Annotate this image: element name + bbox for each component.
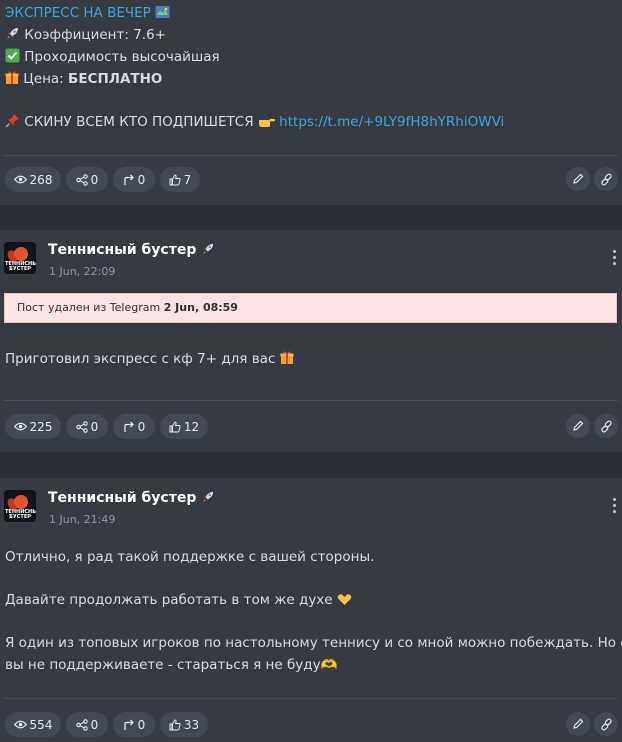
telegram-link[interactable]: https://t.me/+9LY9fH8hYRhiOWVi (279, 114, 504, 130)
price-value: БЕСПЛАТНО (68, 71, 163, 87)
forwards-button[interactable]: 0 (113, 414, 155, 439)
shares-button[interactable]: 0 (66, 414, 108, 439)
deleted-text: Пост удален из Telegram (17, 301, 164, 314)
likes-button[interactable]: 7 (160, 167, 200, 192)
edit-button[interactable] (566, 414, 590, 438)
post-text-line: вы не поддерживаете - стараться я не буд… (5, 657, 338, 673)
divider (4, 400, 618, 401)
copy-link-button[interactable] (594, 712, 618, 736)
gift-icon (5, 70, 19, 90)
post-date: 1 Jun, 21:49 (49, 513, 116, 526)
deleted-notice: Пост удален из Telegram 2 Jun, 08:59 (4, 293, 617, 323)
pin-icon (5, 113, 20, 133)
thumbs-up-icon (169, 420, 181, 432)
edit-icon (573, 173, 584, 184)
eye-icon (13, 175, 27, 184)
edit-button[interactable] (566, 167, 590, 191)
thumbs-up-icon (169, 718, 181, 730)
likes-button[interactable]: 12 (160, 414, 208, 439)
check-icon (5, 48, 20, 68)
deleted-date: 2 Jun, 08:59 (163, 301, 238, 314)
divider (4, 155, 618, 156)
channel-name[interactable]: Теннисный бустер (48, 490, 215, 508)
copy-link-button[interactable] (594, 167, 618, 191)
share-icon (75, 173, 88, 186)
likes-button[interactable]: 33 (160, 712, 208, 737)
shares-button[interactable]: 0 (66, 167, 108, 192)
pointing-hand-icon (258, 114, 275, 133)
post-date: 1 Jun, 22:09 (49, 265, 116, 278)
forward-icon (124, 174, 134, 185)
forwards-button[interactable]: 0 (113, 712, 155, 737)
avatar-label: ТЕННИСНЫЙ БУСТЕР (5, 509, 36, 520)
divider (4, 698, 618, 699)
shares-count: 0 (90, 172, 99, 187)
forwards-count: 0 (137, 419, 146, 434)
post-text: Приготовил экспресс с кф 7+ для вас (5, 351, 276, 367)
likes-count: 33 (183, 717, 200, 732)
views-count: 554 (29, 717, 53, 732)
rocket-icon (201, 242, 215, 260)
post-card-3: ТЕННИСНЫЙ БУСТЕР Теннисный бустер 1 Jun,… (0, 478, 622, 742)
views-count: 225 (29, 419, 53, 434)
eye-icon (13, 422, 27, 431)
post-text-line: Давайте продолжать работать в том же дух… (5, 591, 352, 611)
coefficient-text: Коэффициент: 7.6+ (24, 27, 166, 43)
copy-link-button[interactable] (594, 414, 618, 438)
post-card-2: ТЕННИСНЫЙ БУСТЕР Теннисный бустер 1 Jun,… (0, 230, 622, 452)
subscribe-text: СКИНУ ВСЕМ КТО ПОДПИШЕТСЯ (24, 114, 254, 130)
kebab-menu-icon[interactable] (612, 498, 618, 516)
post-text-line: Я один из топовых игроков по настольному… (5, 635, 622, 651)
avatar[interactable]: ТЕННИСНЫЙ БУСТЕР (4, 490, 36, 522)
link-icon (600, 718, 612, 730)
thumbs-up-icon (169, 173, 181, 185)
views-count: 268 (29, 172, 53, 187)
post-title-line: ЭКСПРЕСС НА ВЕЧЕР (5, 4, 170, 24)
gift-icon (280, 350, 294, 370)
subscribe-line: СКИНУ ВСЕМ КТО ПОДПИШЕТСЯ https://t.me/+… (5, 113, 504, 133)
forwards-button[interactable]: 0 (113, 167, 155, 192)
post-text-line: Приготовил экспресс с кф 7+ для вас (5, 350, 294, 370)
edit-icon (573, 718, 584, 729)
forwards-count: 0 (137, 172, 146, 187)
rocket-icon (201, 490, 215, 508)
link-icon (600, 420, 612, 432)
forwards-count: 0 (137, 717, 146, 732)
passability-text: Проходимость высочайшая (24, 49, 220, 65)
views-pill: 268 (5, 167, 61, 192)
views-pill: 554 (5, 712, 61, 737)
post-title: ЭКСПРЕСС НА ВЕЧЕР (5, 5, 151, 21)
likes-count: 7 (183, 172, 192, 187)
share-icon (75, 420, 88, 433)
price-line: Цена: БЕСПЛАТНО (5, 70, 162, 90)
edit-icon (573, 420, 584, 431)
share-icon (75, 718, 88, 731)
shares-button[interactable]: 0 (66, 712, 108, 737)
forward-icon (124, 719, 134, 730)
coefficient-line: Коэффициент: 7.6+ (5, 26, 166, 46)
shares-count: 0 (90, 419, 99, 434)
heart-hands-icon (337, 593, 352, 611)
avatar[interactable]: ТЕННИСНЫЙ БУСТЕР (4, 242, 36, 274)
avatar-label: ТЕННИСНЫЙ БУСТЕР (5, 261, 36, 272)
link-icon (600, 173, 612, 185)
post-text-line: Отлично, я рад такой поддержке с вашей с… (5, 549, 375, 565)
post-card-1: ЭКСПРЕСС НА ВЕЧЕР Коэффициент: 7.6+ Прох… (0, 0, 622, 205)
likes-count: 12 (183, 419, 200, 434)
shares-count: 0 (90, 717, 99, 732)
eye-icon (13, 720, 27, 729)
rocket-icon (5, 26, 20, 46)
map-icon (155, 5, 170, 24)
price-label: Цена: (23, 71, 69, 87)
edit-button[interactable] (566, 712, 590, 736)
kebab-menu-icon[interactable] (612, 250, 618, 268)
passability-line: Проходимость высочайшая (5, 48, 220, 68)
channel-name[interactable]: Теннисный бустер (48, 242, 215, 260)
forward-icon (124, 421, 134, 432)
views-pill: 225 (5, 414, 61, 439)
